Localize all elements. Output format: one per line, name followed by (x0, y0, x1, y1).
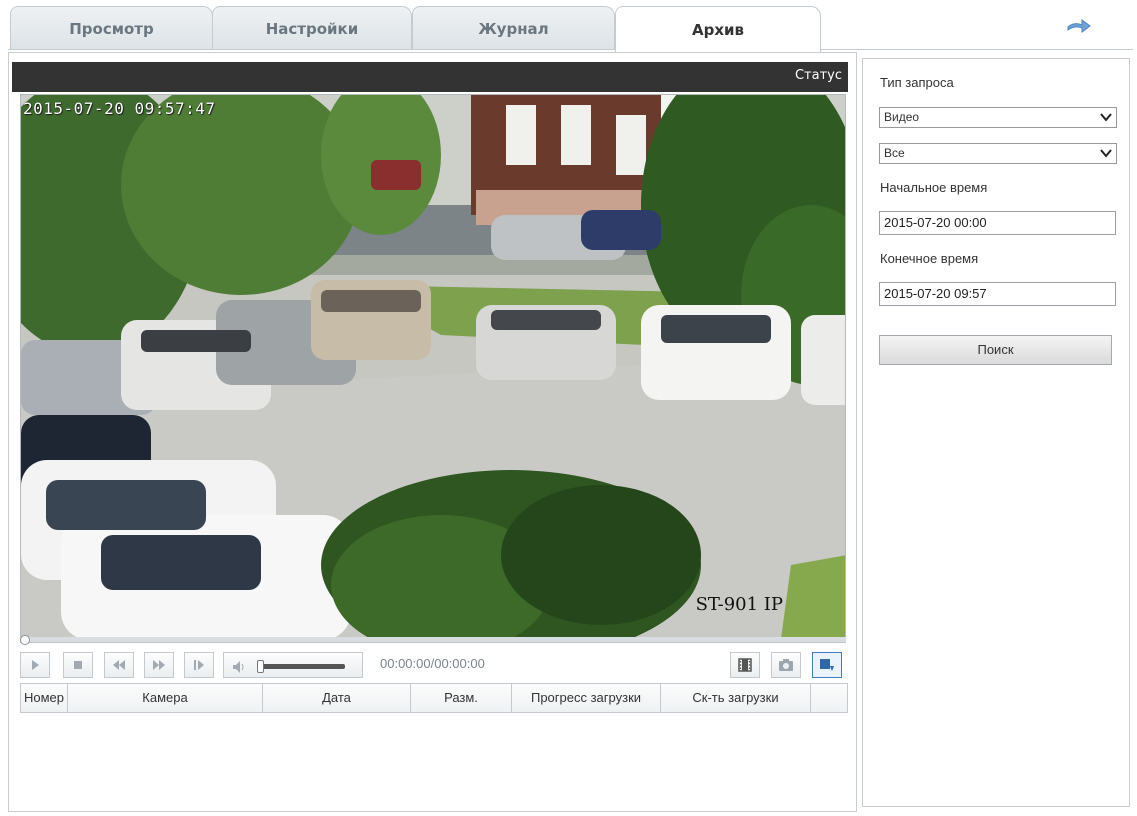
query-type-select[interactable]: Видео (879, 107, 1117, 128)
stop-icon[interactable] (63, 652, 93, 678)
download-table-header: Номер Камера Дата Разм. Прогресс загрузк… (20, 683, 848, 713)
search-panel (862, 58, 1130, 807)
filter-select[interactable]: Все (879, 143, 1117, 164)
frame-step-icon[interactable] (184, 652, 214, 678)
tabs-baseline (8, 49, 1133, 50)
playback-controls: 00:00:00/00:00:00 (20, 648, 848, 680)
query-type-value: Видео (884, 110, 920, 124)
osd-camera-name: ST-901 IP (695, 594, 783, 615)
col-number[interactable]: Номер (21, 684, 68, 712)
end-time-label: Конечное время (880, 251, 979, 266)
timecode: 00:00:00/00:00:00 (380, 656, 485, 671)
volume-icon[interactable] (232, 659, 248, 673)
volume-slider[interactable] (257, 660, 345, 673)
col-progress[interactable]: Прогресс загрузки (512, 684, 661, 712)
tab-settings[interactable]: Настройки (212, 6, 412, 50)
status-label: Статус (794, 68, 842, 83)
tab-log[interactable]: Журнал (412, 6, 615, 50)
col-camera[interactable]: Камера (68, 684, 263, 712)
start-time-field[interactable]: 2015-07-20 00:00 (879, 211, 1116, 235)
chevron-down-icon (1100, 113, 1112, 122)
video-viewport[interactable]: 2015-07-20 09:57:47 ST-901 IP (20, 94, 846, 638)
chevron-down-icon (1100, 149, 1112, 158)
camera-icon[interactable] (771, 652, 801, 678)
seek-handle[interactable] (20, 635, 30, 645)
play-icon[interactable] (20, 652, 50, 678)
filter-value: Все (884, 146, 905, 160)
col-size[interactable]: Разм. (411, 684, 512, 712)
arrow-right-icon[interactable] (1066, 16, 1092, 36)
seek-bar[interactable] (20, 635, 846, 645)
col-date[interactable]: Дата (263, 684, 411, 712)
tab-view[interactable]: Просмотр (10, 6, 213, 50)
query-type-label: Тип запроса (880, 75, 954, 90)
fast-forward-icon[interactable] (144, 652, 174, 678)
col-speed[interactable]: Ск-ть загрузки (661, 684, 811, 712)
download-icon[interactable] (812, 652, 842, 678)
video-frame (21, 95, 845, 637)
tab-archive[interactable]: Архив (615, 6, 821, 52)
status-bar: Статус (12, 62, 848, 92)
col-extra (811, 684, 847, 712)
volume-control (223, 652, 363, 678)
end-time-field[interactable]: 2015-07-20 09:57 (879, 282, 1116, 306)
start-time-label: Начальное время (880, 180, 988, 195)
tab-bar: Просмотр Настройки Журнал Архив (0, 0, 1137, 52)
film-clip-icon[interactable] (730, 652, 760, 678)
search-button[interactable]: Поиск (879, 335, 1112, 365)
rewind-icon[interactable] (104, 652, 134, 678)
volume-handle[interactable] (257, 660, 264, 673)
osd-timestamp: 2015-07-20 09:57:47 (23, 99, 216, 118)
